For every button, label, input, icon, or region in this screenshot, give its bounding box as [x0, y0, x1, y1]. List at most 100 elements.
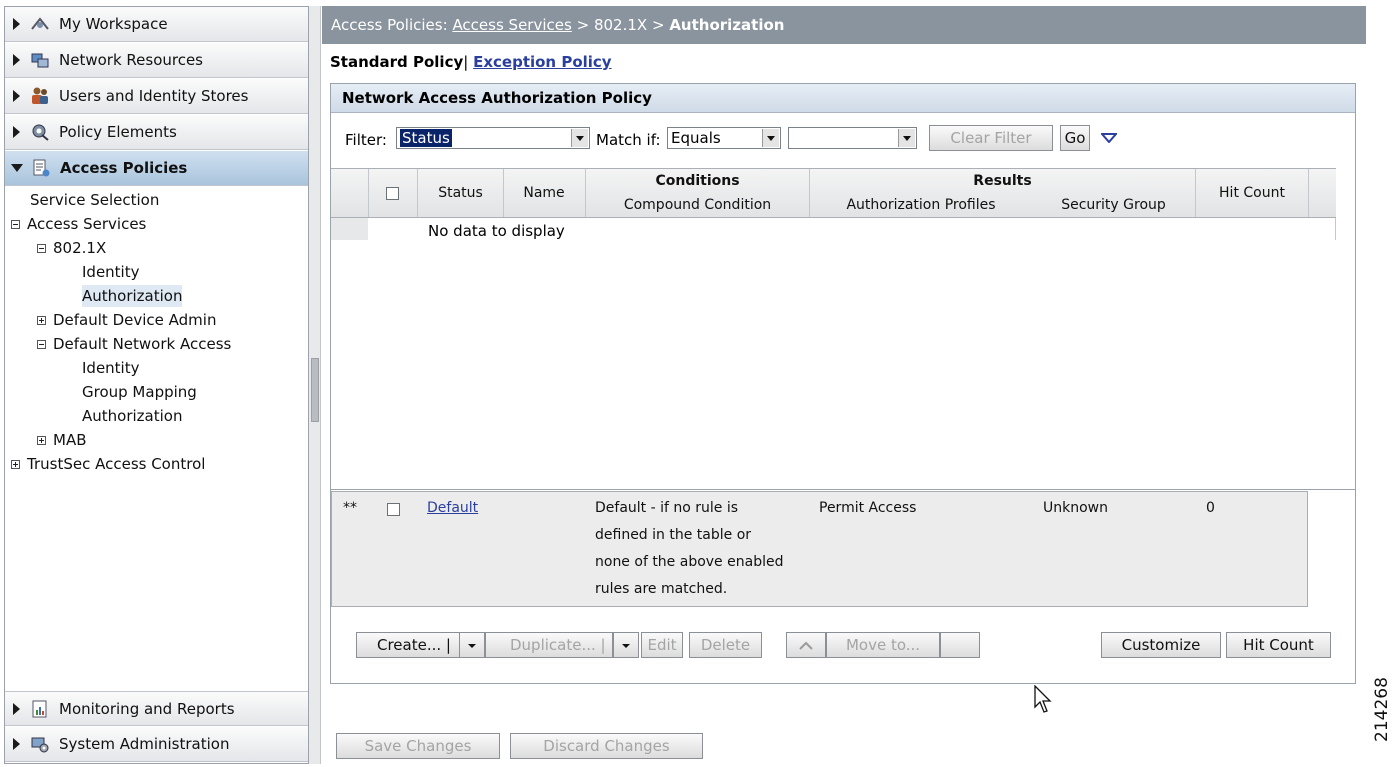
panel-title: Network Access Authorization Policy: [331, 84, 1355, 113]
tree-item-identity[interactable]: Identity: [82, 357, 140, 379]
default-rule-row[interactable]: ** Default Default - if no rule is defin…: [331, 491, 1308, 607]
column-group-results: Results: [973, 173, 1032, 189]
tree-item-default-network-access[interactable]: Default Network Access: [37, 333, 231, 355]
duplicate-button[interactable]: Duplicate... |: [485, 632, 613, 658]
collapse-toggle-icon[interactable]: [37, 243, 46, 253]
breadcrumb-link-access-services[interactable]: Access Services: [452, 16, 571, 34]
column-status[interactable]: Status: [418, 185, 503, 201]
expand-arrow-icon: [13, 18, 20, 30]
tree-label: Default Network Access: [53, 335, 232, 353]
filter-value-select[interactable]: [788, 127, 917, 149]
default-row-marker: **: [343, 500, 357, 516]
policy-table-body: No data to display: [331, 218, 1355, 491]
tree-item-authorization[interactable]: Authorization: [82, 405, 182, 427]
tab-divider: |: [463, 53, 469, 71]
drawer-system-administration[interactable]: System Administration: [5, 727, 308, 762]
dropdown-arrow-icon[interactable]: [762, 129, 779, 147]
tree-label: Group Mapping: [82, 383, 197, 401]
move-up-button[interactable]: [786, 632, 826, 658]
collapse-toggle-icon[interactable]: [37, 339, 46, 349]
tree-item-access-services[interactable]: Access Services: [11, 213, 146, 235]
row-gutter: [331, 218, 368, 240]
select-all-checkbox[interactable]: [386, 187, 399, 200]
hit-count-button[interactable]: Hit Count: [1226, 632, 1331, 658]
drawer-label: Policy Elements: [59, 123, 177, 141]
match-operator-select[interactable]: Equals: [667, 127, 781, 149]
tree-label: Access Services: [27, 215, 147, 233]
default-condition-text: Default - if no rule is defined in the t…: [595, 495, 783, 603]
tree-label: Identity: [82, 263, 140, 281]
move-to-button[interactable]: Move to...: [826, 632, 940, 658]
tree-item-service-selection[interactable]: Service Selection: [30, 189, 159, 211]
tree-label: Default Device Admin: [53, 311, 217, 329]
tree-label: Authorization: [82, 407, 183, 425]
collapse-toggle-icon[interactable]: [11, 219, 20, 229]
tree-item-mab[interactable]: MAB: [37, 429, 87, 451]
create-menu-button[interactable]: [459, 632, 485, 658]
column-name[interactable]: Name: [504, 185, 584, 201]
drawer-my-workspace[interactable]: My Workspace: [5, 7, 308, 42]
column-hit-count[interactable]: Hit Count: [1196, 185, 1308, 201]
tree-item-identity[interactable]: Identity: [82, 261, 140, 283]
tree-label: 802.1X: [53, 239, 107, 257]
column-authorization-profiles[interactable]: Authorization Profiles: [810, 197, 1032, 213]
condition-line: defined in the table or: [595, 527, 752, 543]
save-changes-button[interactable]: Save Changes: [336, 733, 500, 759]
column-security-group[interactable]: Security Group: [1032, 197, 1195, 213]
delete-button[interactable]: Delete: [689, 632, 762, 658]
splitter-grip-icon[interactable]: [311, 358, 319, 422]
tree-item-trustsec-access-control[interactable]: TrustSec Access Control: [11, 453, 205, 475]
tree-label: Identity: [82, 359, 140, 377]
drawer-network-resources[interactable]: Network Resources: [5, 43, 308, 78]
default-row-checkbox[interactable]: [387, 503, 400, 516]
go-button[interactable]: Go: [1060, 125, 1090, 151]
expand-arrow-icon: [13, 738, 20, 750]
filter-field-select[interactable]: Status: [396, 127, 590, 149]
drawer-label: Users and Identity Stores: [59, 87, 249, 105]
default-rule-link[interactable]: Default: [427, 500, 478, 516]
tab-exception-policy[interactable]: Exception Policy: [473, 53, 612, 71]
policy-table-header: Status Name Conditions Compound Conditio…: [331, 168, 1336, 218]
drawer-users-identity-stores[interactable]: Users and Identity Stores: [5, 79, 308, 114]
filter-options-chevron-icon[interactable]: [1101, 133, 1117, 143]
expand-toggle-icon[interactable]: [11, 459, 20, 469]
drawer-policy-elements[interactable]: Policy Elements: [5, 115, 308, 150]
condition-line: none of the above enabled: [595, 554, 784, 570]
dropdown-arrow-icon[interactable]: [898, 129, 915, 147]
expand-toggle-icon[interactable]: [37, 315, 46, 325]
empty-table-message: No data to display: [428, 222, 565, 240]
tree-item-default-device-admin[interactable]: Default Device Admin: [37, 309, 216, 331]
drawer-access-policies[interactable]: Access Policies: [5, 151, 308, 186]
reports-icon: [29, 699, 51, 719]
expand-arrow-icon: [13, 702, 20, 715]
breadcrumb: Access Policies: Access Services > 802.1…: [322, 6, 1366, 44]
default-authorization-profile: Permit Access: [819, 500, 917, 516]
create-button[interactable]: Create... |: [356, 632, 460, 658]
tree-item-group-mapping[interactable]: Group Mapping: [82, 381, 197, 403]
navigation-sidebar: My Workspace Network Resources Users and…: [4, 6, 309, 764]
system-admin-icon: [29, 734, 51, 754]
move-down-button[interactable]: [940, 632, 980, 658]
drawer-label: Network Resources: [59, 51, 204, 69]
breadcrumb-separator: >: [651, 16, 665, 34]
customize-button[interactable]: Customize: [1101, 632, 1221, 658]
tab-standard-policy[interactable]: Standard Policy: [330, 53, 463, 71]
expand-arrow-icon: [13, 126, 20, 138]
tree-item-802-1x[interactable]: 802.1X: [37, 237, 106, 259]
policy-tabs: Standard Policy| Exception Policy: [330, 53, 612, 71]
column-compound-condition[interactable]: Compound Condition: [586, 197, 809, 213]
breadcrumb-separator: >: [576, 16, 590, 34]
clear-filter-button[interactable]: Clear Filter: [929, 125, 1053, 151]
filter-bar: Filter: Status Match if: Equals Clear Fi…: [331, 113, 1355, 168]
tree-item-authorization-selected[interactable]: Authorization: [82, 285, 183, 307]
pane-splitter[interactable]: [309, 6, 321, 764]
duplicate-menu-button[interactable]: [613, 632, 639, 658]
default-security-group: Unknown: [1043, 500, 1108, 516]
dropdown-arrow-icon: [468, 644, 476, 648]
tree-label: MAB: [53, 431, 87, 449]
drawer-monitoring-reports[interactable]: Monitoring and Reports: [5, 691, 308, 726]
expand-toggle-icon[interactable]: [37, 435, 46, 445]
dropdown-arrow-icon[interactable]: [571, 129, 588, 147]
discard-changes-button[interactable]: Discard Changes: [510, 733, 703, 759]
edit-button[interactable]: Edit: [641, 632, 683, 658]
